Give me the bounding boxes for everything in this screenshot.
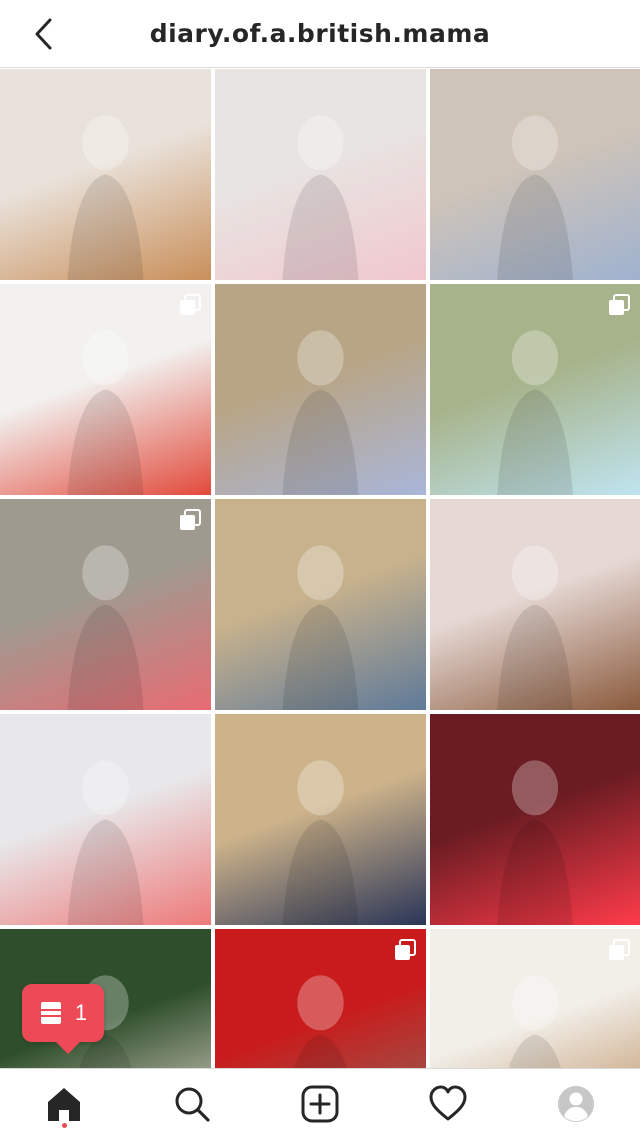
top-bar: diary.of.a.british.mama [0, 0, 640, 68]
photo-placeholder [282, 545, 359, 710]
notification-count: 1 [74, 1000, 88, 1025]
avatar-icon [558, 1085, 594, 1122]
post-siblings-holding-hands[interactable] [215, 714, 426, 925]
photo-placeholder [497, 760, 573, 925]
home-icon [48, 1087, 80, 1121]
add-post-icon [301, 1085, 339, 1122]
post-girl-braided-hair[interactable] [430, 499, 640, 710]
post-nutcracker-lights[interactable] [430, 714, 640, 925]
photo-placeholder [67, 760, 144, 925]
chevron-left-icon [35, 18, 52, 50]
multiple-photos-icon [180, 509, 201, 530]
post-grid [0, 69, 640, 1138]
photo-placeholder [67, 115, 144, 280]
active-indicator [62, 1122, 67, 1128]
photo-placeholder [497, 115, 573, 280]
photo-placeholder [497, 545, 573, 710]
multiple-photos-icon [609, 939, 630, 960]
multiple-photos-icon [180, 294, 201, 315]
photo-placeholder [282, 330, 359, 495]
nav-profile[interactable] [546, 1074, 606, 1134]
bottom-nav [0, 1068, 640, 1138]
multiple-photos-icon [395, 939, 416, 960]
nav-create[interactable] [290, 1074, 350, 1134]
post-mother-holding-baby[interactable] [215, 69, 426, 280]
search-icon [175, 1087, 210, 1122]
post-girl-fairy-wings[interactable] [430, 284, 640, 495]
post-girl-smiling-floral-dress[interactable] [0, 69, 211, 280]
multiple-photos-icon [609, 294, 630, 315]
post-girl-in-snow[interactable] [0, 714, 211, 925]
photo-placeholder [282, 115, 359, 280]
photo-placeholder [282, 760, 359, 925]
post-girl-lying-on-grass[interactable] [215, 499, 426, 710]
nav-search[interactable] [162, 1074, 222, 1134]
heart-icon [429, 1085, 467, 1120]
nav-home[interactable] [34, 1074, 94, 1134]
post-girl-on-sand[interactable] [430, 69, 640, 280]
notification-bubble[interactable]: 1 [22, 984, 104, 1054]
post-girl-doctor-costume[interactable] [0, 284, 211, 495]
post-girl-in-woods[interactable] [215, 284, 426, 495]
post-girl-in-puddle[interactable] [0, 499, 211, 710]
profile-username: diary.of.a.british.mama [149, 19, 491, 48]
back-button[interactable] [26, 16, 62, 52]
post-stack-icon [40, 1002, 61, 1024]
nav-activity[interactable] [418, 1074, 478, 1134]
